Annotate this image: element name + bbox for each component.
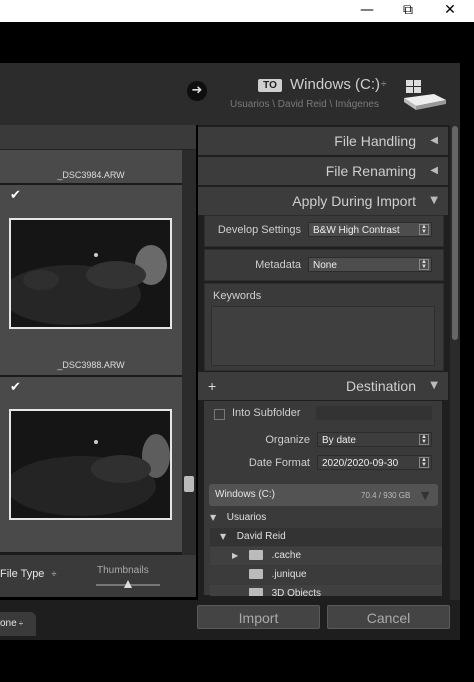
keywords-input[interactable] xyxy=(211,306,435,366)
to-badge: TO xyxy=(258,79,282,92)
date-format-label: Date Format xyxy=(248,457,310,469)
organize-value: By date xyxy=(322,435,356,446)
tree-item-david-reid[interactable]: ▼ David Reid xyxy=(210,528,442,546)
file-name: _DSC3988.ARW xyxy=(57,360,125,370)
triangle-down-icon: ▼ xyxy=(421,489,430,502)
grid-cell[interactable]: _DSC3984.ARW xyxy=(0,150,183,183)
keywords-label: Keywords xyxy=(213,290,262,302)
organize-label: Organize xyxy=(265,434,310,446)
apply-during-import-header[interactable]: Apply During Import ▼ xyxy=(198,187,448,215)
grid-top-strip xyxy=(0,125,196,150)
slider-handle-icon[interactable] xyxy=(124,580,132,588)
photo-thumbnail[interactable] xyxy=(9,218,172,329)
file-handling-header[interactable]: File Handling ◀ xyxy=(198,127,448,155)
tree-item-label: Usuarios xyxy=(226,512,267,523)
apply-during-import-label: Apply During Import xyxy=(292,193,416,209)
folder-icon xyxy=(248,588,263,596)
destination-header[interactable]: + Destination ▼ xyxy=(198,372,448,400)
window-title-bar: — ⧉ ✕ xyxy=(0,0,474,22)
tree-item-label: .cache xyxy=(271,550,302,561)
tree-item-label: David Reid xyxy=(236,531,286,542)
file-type-label: File Type xyxy=(0,568,45,580)
drive-name: Windows (C:) xyxy=(215,489,276,500)
destination-label: Destination xyxy=(345,378,416,394)
panel-scroll-thumb[interactable] xyxy=(452,126,458,340)
file-type-sort[interactable]: File Type ÷ xyxy=(0,568,56,580)
tree-item-label: .junique xyxy=(271,569,307,580)
checkbox-checked-icon[interactable]: ✔ xyxy=(10,380,21,395)
folder-icon xyxy=(248,569,263,580)
into-subfolder-checkbox[interactable] xyxy=(214,409,225,420)
select-arrows-icon: ▲ ▼ xyxy=(419,434,429,445)
date-format-value: 2020/2020-09-30 xyxy=(322,458,399,469)
grid-toolbar: File Type ÷ Thumbnails xyxy=(0,555,196,597)
organize-select[interactable]: By date ▲ ▼ xyxy=(317,432,432,447)
preset-select[interactable]: one ÷ xyxy=(0,612,36,636)
photo-image xyxy=(11,220,170,327)
file-renaming-header[interactable]: File Renaming ◀ xyxy=(198,157,448,185)
close-icon[interactable]: ✕ xyxy=(435,0,465,22)
destination-caret-icon[interactable]: ÷ xyxy=(381,79,387,90)
triangle-left-icon: ◀ xyxy=(430,165,438,176)
folder-icon xyxy=(248,550,263,561)
grid-scroll-thumb[interactable] xyxy=(184,476,194,492)
photo-image xyxy=(11,411,170,518)
tree-item-3d-objects[interactable]: 3D Objects xyxy=(210,585,442,596)
develop-settings-select[interactable]: B&W High Contrast ▲ ▼ xyxy=(308,222,432,237)
file-handling-label: File Handling xyxy=(334,133,416,149)
metadata-row: Metadata None ▲ ▼ xyxy=(204,249,444,281)
checkbox-checked-icon[interactable]: ✔ xyxy=(10,188,21,203)
triangle-down-icon: ▼ xyxy=(210,513,217,522)
tree-item-junique[interactable]: .junique xyxy=(210,566,442,584)
file-renaming-label: File Renaming xyxy=(325,163,416,179)
tree-item-cache[interactable]: ▶ .cache xyxy=(210,547,442,565)
grid-scrollbar[interactable] xyxy=(182,150,196,555)
maximize-icon[interactable]: ⧉ xyxy=(393,0,423,22)
hard-drive-icon xyxy=(404,80,446,110)
import-header xyxy=(0,63,460,125)
metadata-label: Metadata xyxy=(255,259,301,271)
develop-settings-label: Develop Settings xyxy=(217,224,301,236)
grid-cell[interactable]: ✔ _DSC3988.ARW xyxy=(0,185,183,375)
drive-selector[interactable]: Windows (C:) 70.4 / 930 GB ▼ xyxy=(209,484,438,506)
destination-title[interactable]: Windows (C:) xyxy=(290,76,380,93)
thumbnails-label: Thumbnails xyxy=(97,565,149,576)
file-name: _DSC3984.ARW xyxy=(57,170,125,180)
develop-settings-value: B&W High Contrast xyxy=(313,225,400,236)
subfolder-name-input[interactable] xyxy=(316,406,432,420)
preset-value: one xyxy=(0,618,17,629)
grid-cell[interactable]: ✔ xyxy=(0,377,183,552)
metadata-select[interactable]: None ▲ ▼ xyxy=(308,257,432,272)
date-format-select[interactable]: 2020/2020-09-30 ▲ ▼ xyxy=(317,455,432,470)
into-subfolder-label: Into Subfolder xyxy=(232,407,301,419)
triangle-down-icon: ▼ xyxy=(430,380,438,391)
tree-item-label: 3D Objects xyxy=(271,588,322,596)
minimize-icon[interactable]: — xyxy=(352,0,382,22)
drive-space: 70.4 / 930 GB xyxy=(361,491,411,500)
arrow-right-icon: ➜ xyxy=(187,81,207,101)
triangle-left-icon: ◀ xyxy=(430,135,438,146)
import-button[interactable]: Import xyxy=(197,605,320,629)
triangle-down-icon: ▼ xyxy=(430,195,438,206)
add-folder-icon[interactable]: + xyxy=(208,372,216,400)
select-arrows-icon: ▲ ▼ xyxy=(419,259,429,270)
triangle-right-icon: ▶ xyxy=(232,551,239,560)
tree-item-usuarios[interactable]: ▼ Usuarios xyxy=(210,509,442,527)
select-arrows-icon: ▲ ▼ xyxy=(419,224,429,235)
develop-settings-row: Develop Settings B&W High Contrast ▲ ▼ xyxy=(204,215,444,247)
cancel-button[interactable]: Cancel xyxy=(327,605,450,629)
photo-thumbnail[interactable] xyxy=(9,409,172,520)
select-arrows-icon: ▲ ▼ xyxy=(419,457,429,468)
updown-icon: ÷ xyxy=(51,569,57,579)
destination-path: Usuarios \ David Reid \ Imágenes xyxy=(230,99,379,110)
keywords-row: Keywords xyxy=(204,283,444,371)
metadata-value: None xyxy=(313,260,337,271)
triangle-down-icon: ▼ xyxy=(220,532,227,541)
